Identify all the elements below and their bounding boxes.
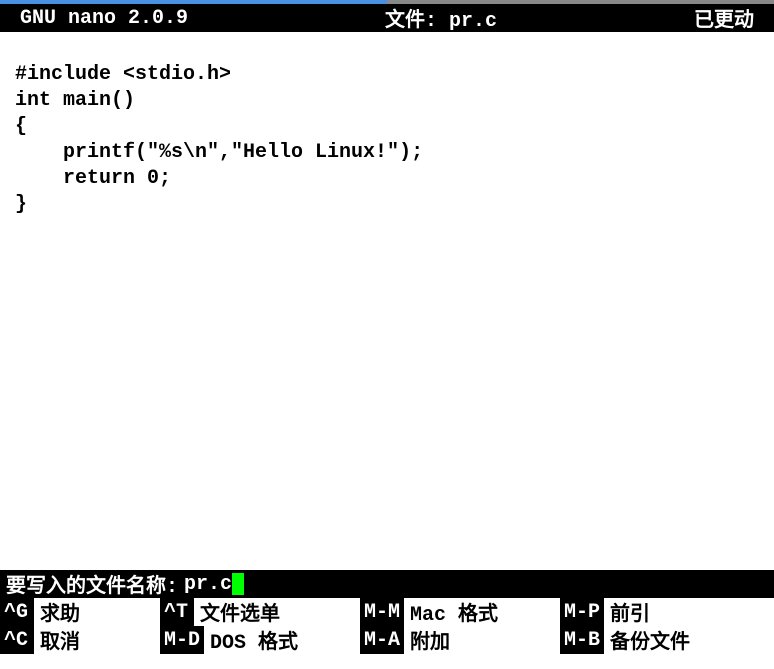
label-macformat: Mac 格式: [404, 598, 504, 626]
editor-content[interactable]: #include <stdio.h> int main() { printf("…: [0, 32, 774, 570]
shortcut-macformat[interactable]: M-M Mac 格式: [360, 598, 560, 626]
cursor: [232, 573, 244, 595]
key-prepend: M-P: [560, 598, 604, 626]
shortcut-filelist[interactable]: ^T 文件选单: [160, 598, 360, 626]
shortcut-row-1: ^G 求助 ^T 文件选单 M-M Mac 格式 M-P 前引: [0, 598, 774, 626]
save-prompt[interactable]: 要写入的文件名称: pr.c: [0, 570, 774, 598]
key-dosformat: M-D: [160, 626, 204, 654]
label-filelist: 文件选单: [194, 598, 286, 626]
shortcuts-panel: ^G 求助 ^T 文件选单 M-M Mac 格式 M-P 前引 ^C 取消 M-…: [0, 598, 774, 654]
label-help: 求助: [34, 598, 86, 626]
key-backup: M-B: [560, 626, 604, 654]
shortcut-row-2: ^C 取消 M-D DOS 格式 M-A 附加 M-B 备份文件: [0, 626, 774, 654]
label-prepend: 前引: [604, 598, 656, 626]
key-filelist: ^T: [160, 598, 194, 626]
shortcut-cancel[interactable]: ^C 取消: [0, 626, 160, 654]
shortcut-prepend[interactable]: M-P 前引: [560, 598, 656, 626]
label-dosformat: DOS 格式: [204, 626, 304, 654]
label-cancel: 取消: [34, 626, 86, 654]
label-backup: 备份文件: [604, 626, 696, 654]
shortcut-help[interactable]: ^G 求助: [0, 598, 160, 626]
key-help: ^G: [0, 598, 34, 626]
shortcut-dosformat[interactable]: M-D DOS 格式: [160, 626, 360, 654]
prompt-label: 要写入的文件名称:: [6, 569, 178, 599]
shortcut-backup[interactable]: M-B 备份文件: [560, 626, 696, 654]
prompt-value[interactable]: pr.c: [184, 573, 232, 596]
shortcut-append[interactable]: M-A 附加: [360, 626, 560, 654]
app-name: GNU nano 2.0.9: [10, 7, 188, 30]
file-label: 文件: pr.c: [188, 3, 694, 33]
key-cancel: ^C: [0, 626, 34, 654]
status-label: 已更动: [694, 3, 764, 33]
title-bar: GNU nano 2.0.9 文件: pr.c 已更动: [0, 4, 774, 32]
key-macformat: M-M: [360, 598, 404, 626]
label-append: 附加: [404, 626, 456, 654]
key-append: M-A: [360, 626, 404, 654]
